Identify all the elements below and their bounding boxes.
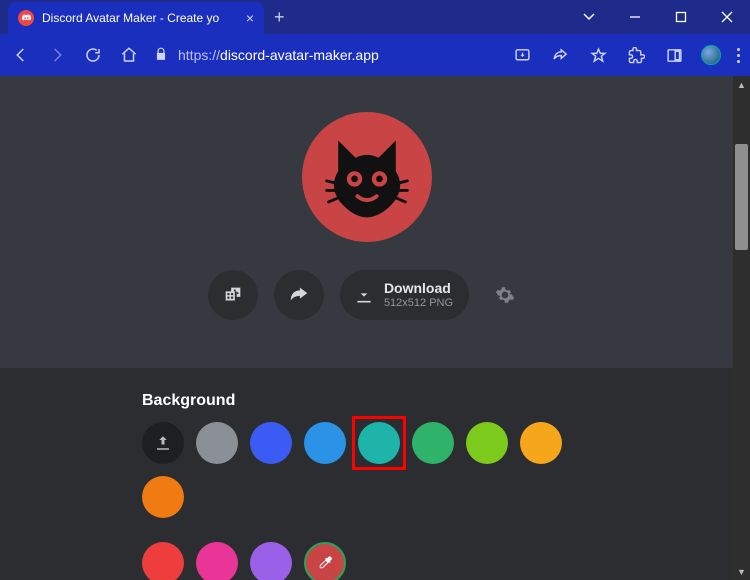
- maximize-button[interactable]: [658, 0, 704, 34]
- install-app-icon[interactable]: [511, 44, 533, 66]
- favicon-discord-icon: [18, 10, 34, 26]
- scroll-up-icon[interactable]: ▲: [733, 76, 750, 93]
- action-bar: Download 512x512 PNG: [208, 270, 525, 320]
- chevron-down-icon[interactable]: [566, 0, 612, 34]
- eyedropper-icon: [316, 554, 334, 572]
- dice-icon: [222, 284, 244, 306]
- scrollbar-track[interactable]: ▲ ▼: [733, 76, 750, 580]
- browser-toolbar: https://discord-avatar-maker.app: [0, 34, 750, 76]
- color-swatch[interactable]: [466, 422, 508, 464]
- random-button[interactable]: [208, 270, 258, 320]
- section-title: Background: [142, 392, 591, 410]
- star-icon[interactable]: [587, 44, 609, 66]
- color-swatch[interactable]: [520, 422, 562, 464]
- page-viewport: Download 512x512 PNG Background ▲ ▼: [0, 76, 750, 580]
- download-button[interactable]: Download 512x512 PNG: [340, 270, 469, 320]
- cat-avatar-icon: [319, 129, 415, 225]
- share-icon: [288, 284, 310, 306]
- upload-icon: [154, 434, 172, 452]
- tab-title: Discord Avatar Maker - Create yo: [42, 11, 238, 25]
- gear-icon: [495, 285, 515, 305]
- color-swatch[interactable]: [196, 542, 238, 580]
- swatch-row: [142, 422, 591, 580]
- scrollbar-thumb[interactable]: [735, 144, 748, 250]
- avatar-preview: [302, 112, 432, 242]
- download-icon: [354, 285, 374, 305]
- minimize-button[interactable]: [612, 0, 658, 34]
- menu-button[interactable]: [737, 48, 740, 63]
- share-icon[interactable]: [549, 44, 571, 66]
- settings-button[interactable]: [485, 275, 525, 315]
- browser-tab[interactable]: Discord Avatar Maker - Create yo ×: [8, 2, 264, 34]
- color-swatch[interactable]: [412, 422, 454, 464]
- forward-button[interactable]: [46, 44, 68, 66]
- download-subtext: 512x512 PNG: [384, 297, 453, 309]
- extensions-icon[interactable]: [625, 44, 647, 66]
- hero-panel: Download 512x512 PNG: [0, 76, 733, 368]
- tab-close-icon[interactable]: ×: [246, 10, 254, 26]
- new-tab-button[interactable]: +: [274, 7, 285, 28]
- url-text: https://discord-avatar-maker.app: [178, 47, 379, 63]
- color-swatch[interactable]: [142, 476, 184, 518]
- color-swatch[interactable]: [250, 542, 292, 580]
- upload-swatch[interactable]: [142, 422, 184, 464]
- address-bar[interactable]: https://discord-avatar-maker.app: [154, 47, 497, 64]
- home-button[interactable]: [118, 44, 140, 66]
- color-swatch[interactable]: [250, 422, 292, 464]
- color-swatch[interactable]: [142, 542, 184, 580]
- extension-avatar-icon[interactable]: [701, 45, 721, 65]
- selection-highlight: [352, 416, 406, 470]
- background-section: Background: [0, 368, 733, 580]
- color-picker-swatch[interactable]: [304, 542, 346, 580]
- panel-icon[interactable]: [663, 44, 685, 66]
- lock-icon: [154, 47, 168, 64]
- scroll-down-icon[interactable]: ▼: [733, 563, 750, 580]
- share-button[interactable]: [274, 270, 324, 320]
- titlebar: Discord Avatar Maker - Create yo × +: [0, 0, 750, 34]
- color-swatch[interactable]: [196, 422, 238, 464]
- reload-button[interactable]: [82, 44, 104, 66]
- color-swatch[interactable]: [304, 422, 346, 464]
- color-swatch[interactable]: [358, 422, 400, 464]
- back-button[interactable]: [10, 44, 32, 66]
- close-button[interactable]: [704, 0, 750, 34]
- download-label: Download: [384, 281, 453, 296]
